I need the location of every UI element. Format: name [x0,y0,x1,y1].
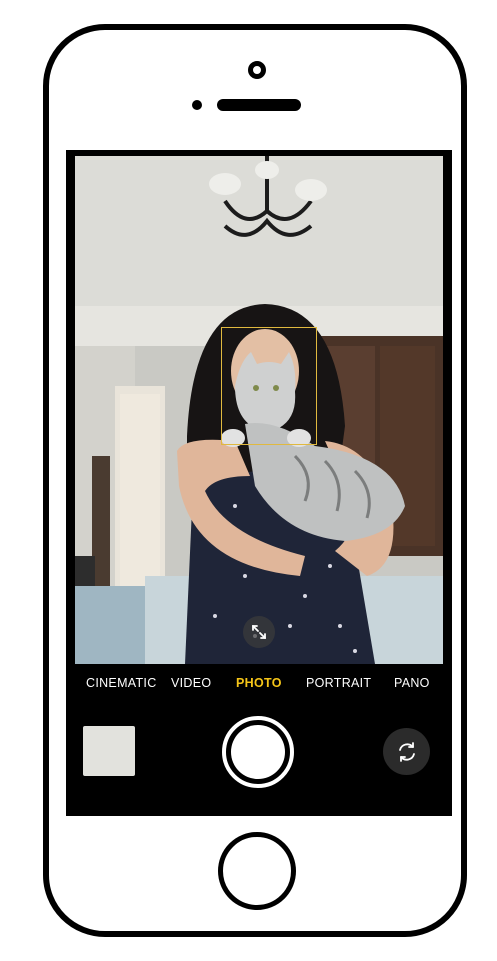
face-detection-box [221,327,317,445]
last-photo-thumbnail[interactable] [83,726,135,776]
proximity-sensor-icon [192,100,202,110]
shutter-inner [231,725,285,779]
home-button[interactable] [218,832,296,910]
mode-portrait[interactable]: PORTRAIT [306,676,371,690]
mode-cinematic[interactable]: CINEMATIC [86,676,157,690]
camera-flip-icon[interactable] [383,728,430,775]
earpiece-speaker [217,99,301,111]
expand-arrows-icon[interactable] [243,616,275,648]
camera-screen: CINEMATIC VIDEO PHOTO PORTRAIT PANO [66,150,452,816]
front-camera-icon [248,61,266,79]
mode-video[interactable]: VIDEO [171,676,211,690]
camera-viewfinder[interactable] [75,156,443,664]
shutter-button[interactable] [222,716,294,788]
camera-mode-selector[interactable]: CINEMATIC VIDEO PHOTO PORTRAIT PANO [66,676,452,700]
mode-pano[interactable]: PANO [394,676,430,690]
mode-photo[interactable]: PHOTO [236,676,282,690]
